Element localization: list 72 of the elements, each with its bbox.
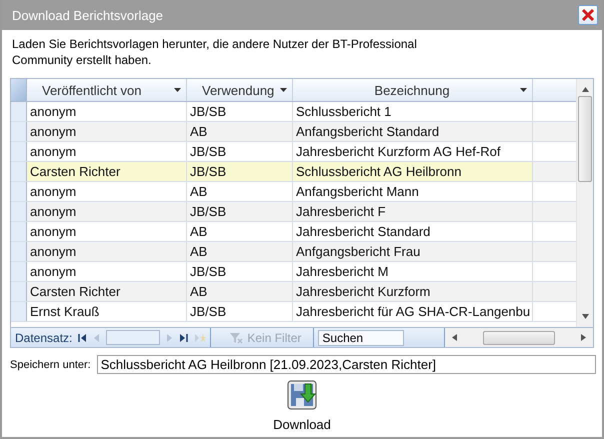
first-record-button[interactable] [78,332,88,342]
new-record-button[interactable] [194,332,206,342]
column-header[interactable]: Veröffentlicht von [27,79,187,101]
row-selector[interactable] [11,222,27,241]
table-cell: Carsten Richter [27,162,187,181]
table-cell: Jahresbericht Standard [293,222,533,241]
row-selector[interactable] [11,102,27,121]
record-label: Datensatz: [15,330,72,344]
table-cell: Jahresbericht für AG SHA-CR-Langenbu [293,302,533,321]
table-cell: anonym [27,142,187,161]
download-button[interactable]: Download [273,380,331,432]
row-selector[interactable] [11,202,27,221]
table-cell: AB [187,242,293,261]
row-selector[interactable] [11,122,27,141]
table-cell: Anfangsbericht Standard [293,122,533,141]
table-cell: AB [187,182,293,201]
table-cell: Schlussbericht AG Heilbronn [293,162,533,181]
table-cell: JB/SB [187,202,293,221]
save-as-field[interactable]: Schlussbericht AG Heilbronn [21.09.2023,Carsten Richter] [96,355,596,374]
table-cell: anonym [27,262,187,281]
table-cell: Schlussbericht 1 [293,102,533,121]
table-cell: AB [187,282,293,301]
table-cell: AB [187,122,293,141]
table-cell: Carsten Richter [27,282,187,301]
column-header[interactable]: Bezeichnung [293,79,533,101]
row-selector[interactable] [11,302,27,321]
vertical-scrollbar[interactable] [576,79,593,327]
last-record-button[interactable] [179,332,188,342]
row-selector[interactable] [11,242,27,261]
table-cell: JB/SB [187,302,293,321]
save-as-label: Speichern unter: [10,358,91,370]
table-cell: anonym [27,242,187,261]
scroll-up-icon[interactable] [580,85,590,94]
table-cell: JB/SB [187,162,293,181]
table-cell: AB [187,222,293,241]
table-cell: anonym [27,122,187,141]
table-cell: Jahresbericht Kurzform [293,282,533,301]
table-cell: anonym [27,182,187,201]
dropdown-caret-icon[interactable] [280,88,287,92]
row-selector[interactable] [11,262,27,281]
dropdown-caret-icon[interactable] [520,88,527,92]
table-cell: Anfgangsbericht Frau [293,242,533,261]
dropdown-caret-icon[interactable] [174,88,181,92]
scroll-right-icon[interactable] [579,333,588,342]
intro-text: Laden Sie Berichtsvorlagen herunter, die andere Nutzer der BT-Professional Community erstellt haben. [12,36,418,68]
scroll-left-icon[interactable] [450,333,460,342]
table-cell: Jahresbericht M [293,262,533,281]
previous-record-button[interactable] [93,332,100,342]
row-selector[interactable] [11,162,27,181]
table-cell: anonym [27,222,187,241]
table-cell: Jahresbericht Kurzform AG Hef-Rof [293,142,533,161]
window-title: Download Berichtsvorlage [12,8,164,22]
record-number-field[interactable] [106,330,160,345]
table-cell: anonym [27,102,187,121]
select-all-corner[interactable] [11,79,27,101]
column-header[interactable]: Verwendung [187,79,293,101]
table-cell: JB/SB [187,262,293,281]
close-button[interactable] [578,5,598,25]
row-selector[interactable] [11,182,27,201]
table-cell: JB/SB [187,102,293,121]
filter-icon [229,332,244,344]
table-cell: anonym [27,202,187,221]
table-cell: Ernst Krauß [27,302,187,321]
table-cell: Anfangsbericht Mann [293,182,533,201]
table-cell: Jahresbericht F [293,202,533,221]
search-field[interactable]: Suchen [318,330,404,346]
row-selector[interactable] [11,282,27,301]
scroll-down-icon[interactable] [580,312,590,321]
table-cell: JB/SB [187,142,293,161]
row-selector[interactable] [11,142,27,161]
next-record-button[interactable] [166,332,174,342]
floppy-download-icon [286,380,317,410]
